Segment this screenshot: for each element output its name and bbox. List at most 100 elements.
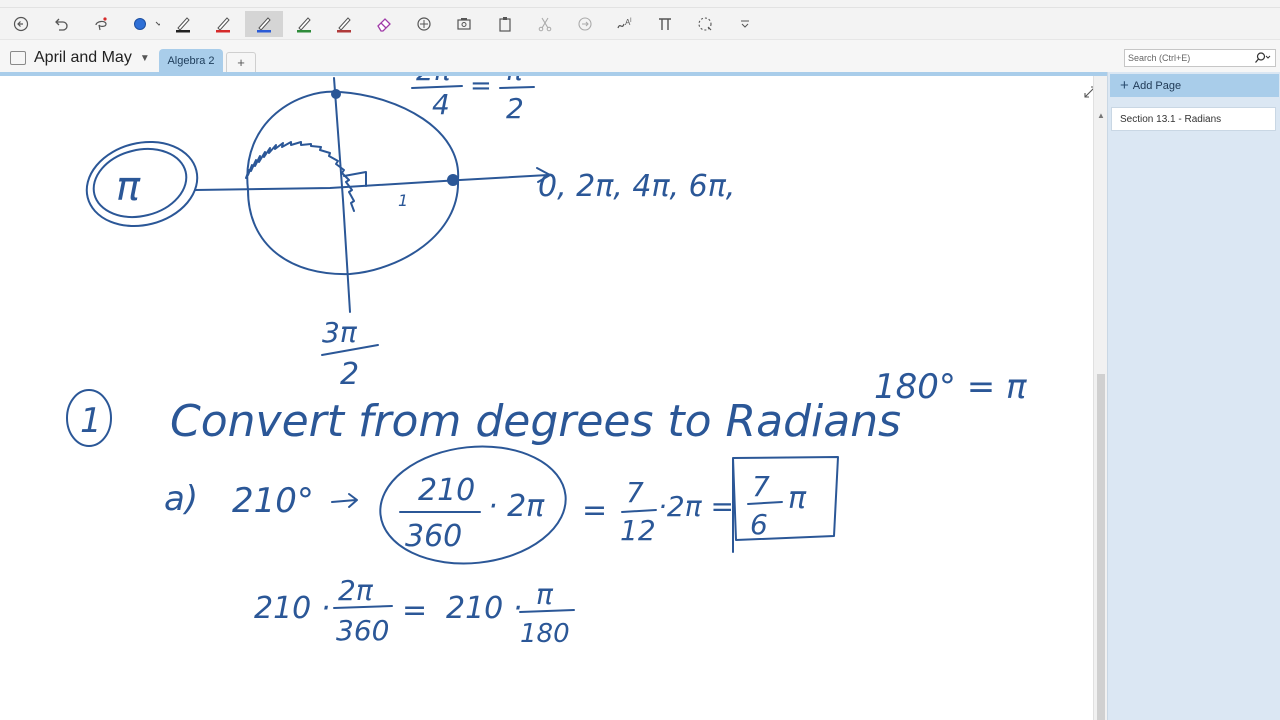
add-section-button[interactable]: + [226,52,256,72]
top-fraction-rhs-den: 2 [506,92,524,125]
notebook-name: April and May [34,49,132,66]
pen-maroon-icon [337,17,351,33]
step2-num: 7 [626,476,644,509]
eq1: = [582,493,607,528]
add-page-label: Add Page [1132,79,1182,92]
ink-to-math-icon [659,18,671,30]
right-labels: 0, 2π, 4π, 6π, [538,169,735,204]
step1-num: 210 [418,473,475,508]
search-placeholder: Search (Ctrl+E) [1128,53,1191,63]
notebook-selector[interactable]: April and May ▼ [10,48,150,68]
eraser-button[interactable] [365,11,403,37]
handwritten-ink: 2π 4 = π 2 π 0, 2π, 4π, 6π, 1 3π 2 1 Con… [66,76,1027,649]
highlighted-arc [245,141,355,212]
eraser-icon [377,18,391,32]
plus-icon: + [1120,77,1129,94]
pen-red-icon [216,17,230,33]
scrollbar-thumb[interactable] [1097,374,1105,720]
screen-clip-icon [457,18,471,30]
pi-circle-outer [85,140,199,228]
paste-icon [499,17,511,32]
bottom-label-num: 3π [322,316,358,349]
top-fraction-eq: = [470,76,492,101]
pen-black-icon [176,17,190,33]
undo-button[interactable] [42,11,80,37]
pi-label: π [116,164,141,210]
step2-fraction-bar [621,509,657,513]
lasso-select-button[interactable] [82,11,120,37]
undo-icon [55,18,68,31]
answer-num: 7 [752,470,770,503]
pen-black-button[interactable] [164,11,202,37]
pages-panel: + Add Page Section 13.1 - Radians [1107,72,1280,720]
more-icon [741,20,749,28]
insert-space-button[interactable] [566,11,604,37]
lasso-icon [698,17,712,31]
ink-to-text-button[interactable]: AI [606,11,644,37]
answer-pi: π [788,481,807,516]
draw-toolbar: AI [0,8,1280,40]
pen-green-icon [297,17,311,33]
step1-den: 360 [405,519,462,554]
problem-number: 1 [80,401,102,441]
more-button[interactable] [726,11,764,37]
step1-mult: · 2π [488,489,545,524]
ink-to-math-button[interactable] [646,11,684,37]
back-button[interactable] [2,11,40,37]
arrow-right [331,493,358,508]
section-tab-bar: April and May ▼ Algebra 2 + Search (Ctrl… [0,40,1280,72]
line2-rhs: 210 · [446,591,522,626]
step2-den: 12 [620,514,656,547]
page-item-section-13-1[interactable]: Section 13.1 - Radians [1111,107,1276,131]
top-fraction-rhs-num: π [506,76,524,87]
top-fraction-lhs-den: 4 [432,88,450,121]
color-picker-button[interactable] [126,11,164,37]
cut-button[interactable] [526,11,564,37]
problem-text: Convert from degrees to Radians [170,396,901,447]
add-page-button[interactable]: + Add Page [1110,74,1279,97]
paste-button[interactable] [486,11,524,37]
tab-algebra-2[interactable]: Algebra 2 [159,49,223,72]
ink-to-text-icon: AI [617,18,632,29]
answer-den: 6 [750,508,768,541]
line2-frac-num: 2π [338,574,374,607]
note-canvas[interactable]: 2π 4 = π 2 π 0, 2π, 4π, 6π, 1 3π 2 1 Con… [0,76,1093,720]
pen-maroon-button[interactable] [325,11,363,37]
insert-space-icon [578,17,592,31]
cut-icon [538,17,552,32]
pan-icon [417,17,431,31]
title-strip [0,0,1280,8]
pan-button[interactable] [405,11,443,37]
pen-red-button[interactable] [204,11,242,37]
radius-label: 1 [398,191,408,210]
bottom-label-den: 2 [340,357,359,392]
search-icon[interactable] [1253,51,1271,65]
equivalence: 180° = π [874,367,1027,407]
line2-rhs-num: π [536,578,554,611]
line2-rhs-den: 180 [520,619,570,649]
line2-frac-den: 360 [336,614,389,647]
vertical-scrollbar[interactable]: ▲ [1093,76,1107,720]
pen-green-button[interactable] [285,11,323,37]
scroll-up-icon[interactable]: ▲ [1097,111,1105,120]
part-a-value: 210° [232,481,314,521]
screen-clip-button[interactable] [445,11,483,37]
top-fraction-lhs-num: 2π [416,76,452,87]
chevron-down-icon: ▼ [139,52,150,64]
color-picker-icon [134,18,160,30]
svg-text:I: I [630,18,632,24]
right-point [447,174,459,186]
lasso-button[interactable] [686,11,724,37]
part-a-label: a) [164,479,198,519]
line2-eq: = [402,593,427,628]
expand-icon[interactable] [1082,84,1093,100]
y-axis [333,77,351,313]
notebook-icon [10,51,26,65]
fraction-bar-top-right [499,86,535,89]
pen-blue-button[interactable] [245,11,283,37]
line2-lhs: 210 · [254,591,330,626]
top-point [331,89,341,99]
search-input[interactable]: Search (Ctrl+E) [1124,49,1276,67]
step2-mult: ·2π = [658,490,734,523]
pen-blue-icon [257,17,271,33]
